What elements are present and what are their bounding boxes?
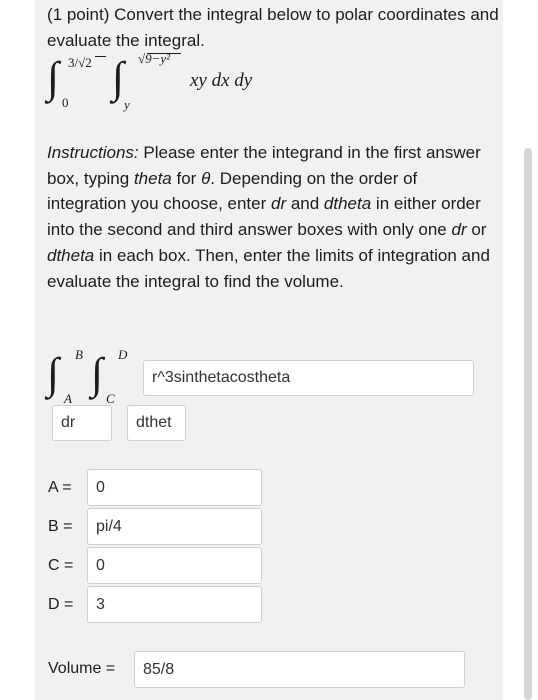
A-input[interactable]: 0 bbox=[87, 469, 262, 506]
inner-upper-sqrt-bar bbox=[147, 53, 181, 54]
instructions-emphasis: theta bbox=[133, 168, 172, 188]
answer-limit-A: A bbox=[64, 391, 72, 406]
answer-limit-B: B bbox=[75, 347, 83, 362]
volume-label: Volume = bbox=[48, 660, 116, 677]
instructions-emphasis: θ bbox=[201, 168, 211, 188]
instructions-emphasis: dr bbox=[451, 220, 467, 240]
D-input[interactable]: 3 bbox=[87, 586, 262, 623]
instructions-run: for bbox=[171, 168, 202, 188]
B-label: B = bbox=[48, 518, 73, 535]
integrand-expression: xy dx dy bbox=[190, 70, 253, 91]
A-value: 0 bbox=[96, 478, 105, 496]
answer-inner-integral-sign: ∫ bbox=[91, 349, 104, 398]
inner-lower-limit: y bbox=[124, 97, 130, 112]
instructions-run: in each box. Then, enter the limits of i… bbox=[47, 245, 490, 291]
instructions-run: or bbox=[466, 220, 487, 240]
instructions-emphasis: dr bbox=[270, 194, 287, 214]
C-label: C = bbox=[48, 557, 74, 574]
C-value: 0 bbox=[96, 556, 105, 574]
outer-upper-sqrt-bar bbox=[95, 56, 106, 57]
inner-upper-limit: √9−y² bbox=[138, 51, 171, 66]
inner-integral-sign: ∫ bbox=[112, 53, 125, 102]
B-input[interactable]: pi/4 bbox=[87, 508, 262, 545]
outer-lower-limit: 0 bbox=[62, 95, 69, 110]
D-label: D = bbox=[48, 596, 74, 613]
instructions-emphasis: dtheta bbox=[47, 245, 95, 265]
problem-header: (1 point) Convert the integral below to … bbox=[47, 5, 499, 50]
answer-limit-C: C bbox=[106, 391, 115, 406]
outer-upper-limit: 3/√2 bbox=[68, 55, 92, 70]
A-label: A = bbox=[48, 479, 72, 496]
outer-integral-sign: ∫ bbox=[47, 53, 60, 102]
D-value: 3 bbox=[96, 595, 105, 613]
differential-2-field[interactable]: dthet bbox=[127, 405, 186, 441]
integrand-answer-field[interactable]: r^3sinthetacostheta bbox=[143, 360, 474, 396]
integrand-answer-value: r^3sinthetacostheta bbox=[152, 369, 291, 386]
instructions-text: Instructions: Please enter the integrand… bbox=[47, 140, 499, 294]
scrollbar[interactable] bbox=[524, 148, 532, 700]
volume-input[interactable]: 85/8 bbox=[134, 651, 465, 688]
instructions-run: and bbox=[286, 194, 324, 214]
volume-value: 85/8 bbox=[143, 660, 175, 678]
C-input[interactable]: 0 bbox=[87, 547, 262, 584]
instructions-emphasis: Instructions: bbox=[47, 143, 139, 162]
differential-1-value: dr bbox=[61, 414, 76, 431]
scrollbar-thumb[interactable] bbox=[524, 148, 532, 700]
differential-1-field[interactable]: dr bbox=[52, 405, 112, 441]
answer-limit-D: D bbox=[118, 347, 128, 362]
answer-outer-integral-sign: ∫ bbox=[47, 349, 60, 398]
instructions-emphasis: dtheta bbox=[323, 194, 372, 214]
differential-2-value: dthet bbox=[136, 414, 172, 431]
B-value: pi/4 bbox=[96, 517, 122, 535]
